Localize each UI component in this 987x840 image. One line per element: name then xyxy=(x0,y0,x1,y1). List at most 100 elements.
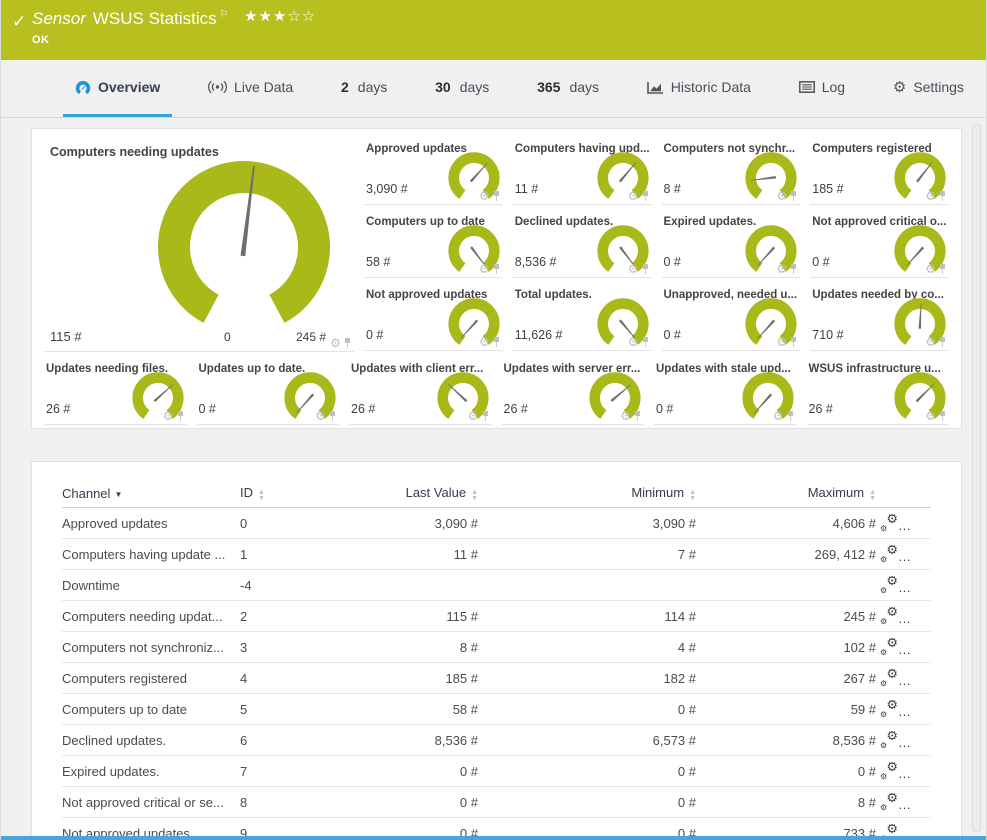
column-header-last-value[interactable]: Last Value▲▼ xyxy=(340,485,482,502)
edit-channel-icon[interactable]: ⚙⚙ xyxy=(880,514,898,530)
tab-live-data[interactable]: Live Data xyxy=(196,60,305,117)
window-bottom-border xyxy=(1,836,986,840)
table-row[interactable]: Downtime-4⚙⚙ xyxy=(62,570,931,601)
gear-icon[interactable]: ⚙ xyxy=(628,190,639,202)
table-row[interactable]: Not approved critical or se...80 #0 #8 #… xyxy=(62,787,931,818)
table-row[interactable]: Computers up to date558 #0 #59 #⚙⚙ xyxy=(62,694,931,725)
priority-stars[interactable]: ★★★☆☆ xyxy=(244,7,316,25)
column-header-id[interactable]: ID▲▼ xyxy=(240,485,340,502)
priority-flag-icon[interactable]: ⚐ xyxy=(220,9,229,20)
gauge-cell[interactable]: Computers registered185 #⚙ xyxy=(810,139,949,205)
gauge-value: 0 # xyxy=(656,402,673,416)
edit-channel-icon[interactable]: ⚙⚙ xyxy=(880,607,898,623)
gear-icon[interactable]: ⚙ xyxy=(925,410,936,422)
edit-channel-icon[interactable]: ⚙⚙ xyxy=(880,576,898,592)
gear-icon[interactable]: ⚙ xyxy=(925,190,936,202)
tab-log[interactable]: Log xyxy=(787,60,857,117)
gear-icon[interactable]: ⚙ xyxy=(925,336,936,348)
pin-icon[interactable] xyxy=(492,190,501,202)
tab-30-days[interactable]: 30 days xyxy=(423,60,501,117)
gauge-cell[interactable]: Updates needed by co...710 #⚙ xyxy=(810,285,949,351)
gauge-cell[interactable]: Not approved critical o...0 #⚙ xyxy=(810,212,949,278)
tab-label: Log xyxy=(822,79,845,95)
pin-icon[interactable] xyxy=(786,410,795,422)
gear-icon[interactable]: ⚙ xyxy=(776,336,787,348)
gauge-cell[interactable]: Approved updates3,090 #⚙ xyxy=(364,139,503,205)
edit-channel-icon[interactable]: ⚙⚙ xyxy=(880,762,898,778)
gear-icon[interactable]: ⚙ xyxy=(315,410,326,422)
pin-icon[interactable] xyxy=(328,410,337,422)
edit-channel-icon[interactable]: ⚙⚙ xyxy=(880,731,898,747)
gauge-cell[interactable]: Expired updates.0 #⚙ xyxy=(662,212,801,278)
gear-icon[interactable]: ⚙ xyxy=(620,410,631,422)
gear-icon[interactable]: ⚙ xyxy=(479,190,490,202)
table-row[interactable]: Declined updates.68,536 #6,573 #8,536 #⚙… xyxy=(62,725,931,756)
gear-icon[interactable]: ⚙ xyxy=(479,263,490,275)
edit-channel-icon[interactable]: ⚙⚙ xyxy=(880,638,898,654)
pin-icon[interactable] xyxy=(492,263,501,275)
column-header-maximum[interactable]: Maximum▲▼ xyxy=(700,485,880,502)
tab-2-days[interactable]: 2 days xyxy=(329,60,399,117)
gear-icon[interactable]: ⚙ xyxy=(330,337,341,349)
gauge-cell[interactable]: Updates up to date.0 #⚙ xyxy=(197,359,340,425)
column-header-minimum[interactable]: Minimum▲▼ xyxy=(482,485,700,502)
gauge-cell[interactable]: Computers up to date58 #⚙ xyxy=(364,212,503,278)
gear-icon[interactable]: ⚙ xyxy=(468,410,479,422)
pin-icon[interactable] xyxy=(343,337,352,349)
tab-overview[interactable]: Overview xyxy=(63,60,172,117)
table-row[interactable]: Expired updates.70 #0 #0 #⚙⚙ xyxy=(62,756,931,787)
pin-icon[interactable] xyxy=(938,190,947,202)
pin-icon[interactable] xyxy=(789,263,798,275)
gear-icon[interactable]: ⚙ xyxy=(628,336,639,348)
pin-icon[interactable] xyxy=(633,410,642,422)
column-header-channel[interactable]: Channel▼ xyxy=(62,486,240,501)
pin-icon[interactable] xyxy=(789,190,798,202)
page-title: SensorWSUS Statistics⚐ xyxy=(32,9,229,29)
tab-settings[interactable]: ⚙ Settings xyxy=(881,60,976,117)
table-row[interactable]: Computers having update ...111 #7 #269, … xyxy=(62,539,931,570)
gear-icon[interactable]: ⚙ xyxy=(628,263,639,275)
pin-icon[interactable] xyxy=(481,410,490,422)
tab-historic-data[interactable]: Historic Data xyxy=(635,60,763,117)
gauge-cell[interactable]: Declined updates.8,536 #⚙ xyxy=(513,212,652,278)
main-gauge-value: 115 # xyxy=(50,329,82,344)
gauge-cell[interactable]: Updates needing files.26 #⚙ xyxy=(44,359,187,425)
vertical-scrollbar[interactable] xyxy=(972,124,981,832)
pin-icon[interactable] xyxy=(492,336,501,348)
gear-icon[interactable]: ⚙ xyxy=(925,263,936,275)
main-gauge-cell[interactable]: Computers needing updates 115 # 0 245 # … xyxy=(44,139,354,352)
gear-icon[interactable]: ⚙ xyxy=(163,410,174,422)
gauge-cell[interactable]: Updates with client err...26 #⚙ xyxy=(349,359,492,425)
gauge-cell[interactable]: WSUS infrastructure u...26 #⚙ xyxy=(807,359,950,425)
minimum-cell: 114 # xyxy=(482,609,700,624)
table-row[interactable]: Computers registered4185 #182 #267 #⚙⚙ xyxy=(62,663,931,694)
table-row[interactable]: Computers not synchroniz...38 #4 #102 #⚙… xyxy=(62,632,931,663)
pin-icon[interactable] xyxy=(641,263,650,275)
edit-channel-icon[interactable]: ⚙⚙ xyxy=(880,793,898,809)
pin-icon[interactable] xyxy=(938,410,947,422)
pin-icon[interactable] xyxy=(641,336,650,348)
gauge-cell[interactable]: Total updates.11,626 #⚙ xyxy=(513,285,652,351)
edit-channel-icon[interactable]: ⚙⚙ xyxy=(880,669,898,685)
gauge-cell[interactable]: Not approved updates0 #⚙ xyxy=(364,285,503,351)
pin-icon[interactable] xyxy=(641,190,650,202)
gear-icon[interactable]: ⚙ xyxy=(776,263,787,275)
pin-icon[interactable] xyxy=(938,263,947,275)
gauge-cell[interactable]: Updates with server err...26 #⚙ xyxy=(502,359,645,425)
tab-365-days[interactable]: 365 days xyxy=(525,60,611,117)
gear-icon[interactable]: ⚙ xyxy=(776,190,787,202)
table-row[interactable]: Computers needing updat...2115 #114 #245… xyxy=(62,601,931,632)
gauge-cell[interactable]: Unapproved, needed u...0 #⚙ xyxy=(662,285,801,351)
pin-icon[interactable] xyxy=(789,336,798,348)
gauge-cell[interactable]: Computers not synchr...8 #⚙ xyxy=(662,139,801,205)
gauge-value: 26 # xyxy=(809,402,833,416)
pin-icon[interactable] xyxy=(938,336,947,348)
gauge-cell[interactable]: Updates with stale upd...0 #⚙ xyxy=(654,359,797,425)
edit-channel-icon[interactable]: ⚙⚙ xyxy=(880,700,898,716)
gear-icon[interactable]: ⚙ xyxy=(773,410,784,422)
gauge-cell[interactable]: Computers having upd...11 #⚙ xyxy=(513,139,652,205)
gear-icon[interactable]: ⚙ xyxy=(479,336,490,348)
edit-channel-icon[interactable]: ⚙⚙ xyxy=(880,545,898,561)
pin-icon[interactable] xyxy=(176,410,185,422)
table-row[interactable]: Approved updates03,090 #3,090 #4,606 #⚙⚙ xyxy=(62,508,931,539)
